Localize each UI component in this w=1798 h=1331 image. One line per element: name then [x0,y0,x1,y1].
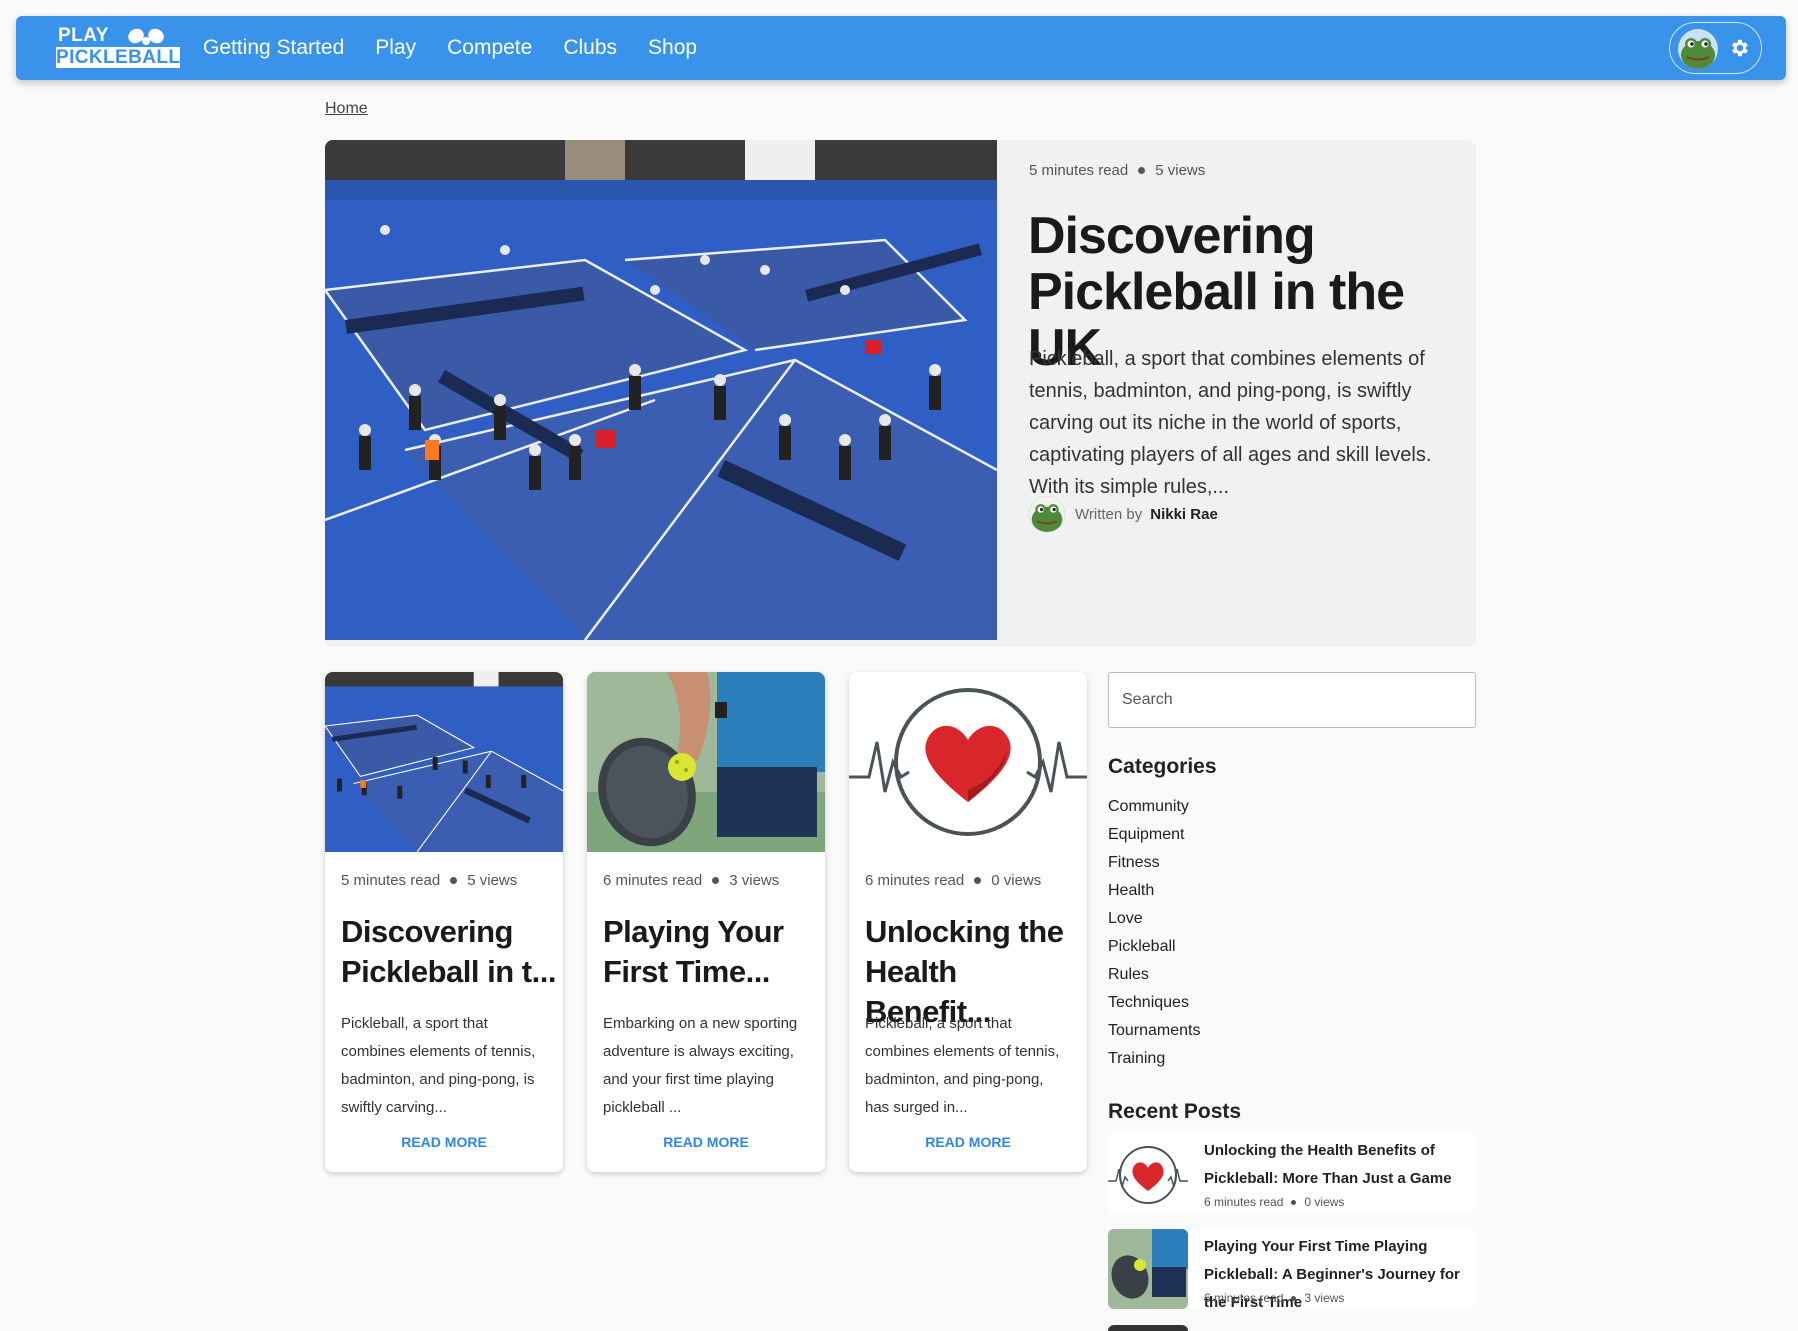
read-more-button[interactable]: READ MORE [325,1134,563,1150]
featured-post-author: Written by Nikki Rae [1029,496,1218,532]
nav-getting-started[interactable]: Getting Started [203,36,344,60]
separator-dot [1138,167,1146,174]
featured-post-image [325,140,997,640]
separator-dot [712,877,720,884]
author-name[interactable]: Nikki Rae [1150,506,1218,523]
nav-clubs[interactable]: Clubs [563,36,617,60]
read-more-button[interactable]: READ MORE [849,1134,1087,1150]
featured-post-excerpt: Pickleball, a sport that combines elemen… [1029,348,1432,498]
author-avatar [1029,496,1065,532]
read-time: 5 minutes read [1029,162,1129,179]
recent-post-item[interactable]: Playing Your First Time Playing Pickleba… [1108,1229,1476,1311]
category-link[interactable]: Health [1108,877,1201,905]
user-avatar [1678,29,1718,69]
post-card-excerpt: Pickleball, a sport that combines elemen… [865,1015,1060,1116]
view-count: 5 views [1155,162,1206,179]
breadcrumb-home[interactable]: Home [325,100,368,118]
post-card-image [325,672,563,852]
view-count: 3 views [1304,1291,1345,1305]
site-logo[interactable]: PLAY PICKLEBALL [40,25,180,71]
read-time: 6 minutes read [865,872,965,889]
logo-text-bottom: PICKLEBALL [56,47,181,68]
recent-posts-heading: Recent Posts [1108,1100,1242,1123]
view-count: 5 views [467,872,518,889]
gear-icon [1732,39,1748,57]
recent-post-thumbnail-partial [1108,1325,1188,1331]
paddles-icon [128,28,164,45]
logo-text-top: PLAY [58,25,109,46]
view-count: 0 views [1304,1195,1345,1209]
recent-post-meta: 6 minutes read 3 views [1204,1291,1344,1305]
category-link[interactable]: Equipment [1108,821,1201,849]
post-card[interactable]: 6 minutes read 3 views Playing Your Firs… [587,672,825,1172]
read-more-button[interactable]: READ MORE [587,1134,825,1150]
nav-play[interactable]: Play [375,36,416,60]
post-card[interactable]: 5 minutes read 5 views Discovering Pickl… [325,672,563,1172]
post-card[interactable]: 6 minutes read 0 views Unlocking the Hea… [849,672,1087,1172]
categories-list: Community Equipment Fitness Health Love … [1108,793,1201,1073]
post-card-image [849,672,1087,852]
post-card-meta: 6 minutes read 0 views [865,872,1041,889]
main-menu: Getting Started Play Compete Clubs Shop [203,16,728,80]
written-by-label: Written by [1075,505,1143,523]
user-menu-button[interactable] [1669,22,1762,74]
view-count: 3 views [729,872,780,889]
category-link[interactable]: Love [1108,905,1201,933]
nav-shop[interactable]: Shop [648,36,697,60]
category-link[interactable]: Tournaments [1108,1017,1201,1045]
frog-avatar-icon [1678,29,1718,69]
frog-avatar-icon [1029,496,1065,532]
recent-post-thumbnail [1108,1229,1188,1309]
category-link[interactable]: Rules [1108,961,1201,989]
view-count: 0 views [991,872,1042,889]
recent-post-title[interactable]: Unlocking the Health Benefits of Pickleb… [1204,1137,1476,1193]
recent-post-thumbnail [1108,1133,1188,1213]
separator-dot [974,877,982,884]
read-time: 5 minutes read [341,872,441,889]
post-card-meta: 5 minutes read 5 views [341,872,517,889]
heart-icon [1108,1133,1188,1213]
categories-heading: Categories [1108,755,1217,778]
post-card-excerpt: Embarking on a new sporting adventure is… [603,1015,798,1116]
separator-dot [1291,1295,1297,1301]
nav-compete[interactable]: Compete [447,36,532,60]
category-link[interactable]: Techniques [1108,989,1201,1017]
recent-post-meta: 6 minutes read 0 views [1204,1195,1344,1209]
post-card-title[interactable]: Playing Your First Time... [603,912,818,992]
post-card-image [587,672,825,852]
heart-icon [849,672,1087,852]
recent-post-item[interactable]: Unlocking the Health Benefits of Pickleb… [1108,1133,1476,1213]
search-box [1108,672,1476,728]
category-link[interactable]: Community [1108,793,1201,821]
category-link[interactable]: Fitness [1108,849,1201,877]
post-card-meta: 6 minutes read 3 views [603,872,779,889]
search-input[interactable] [1109,673,1475,727]
category-link[interactable]: Pickleball [1108,933,1201,961]
post-card-title[interactable]: Discovering Pickleball in t... [341,912,556,992]
separator-dot [1291,1199,1297,1205]
featured-post-meta: 5 minutes read 5 views [1029,162,1205,179]
post-card-excerpt: Pickleball, a sport that combines elemen… [341,1015,536,1116]
category-link[interactable]: Training [1108,1045,1201,1073]
read-time: 6 minutes read [1204,1291,1284,1305]
featured-post[interactable]: 5 minutes read 5 views Discovering Pickl… [325,140,1476,647]
top-navbar: PLAY PICKLEBALL Getting Started Play Com… [16,16,1786,80]
read-time: 6 minutes read [603,872,703,889]
separator-dot [450,877,458,884]
read-time: 6 minutes read [1204,1195,1284,1209]
